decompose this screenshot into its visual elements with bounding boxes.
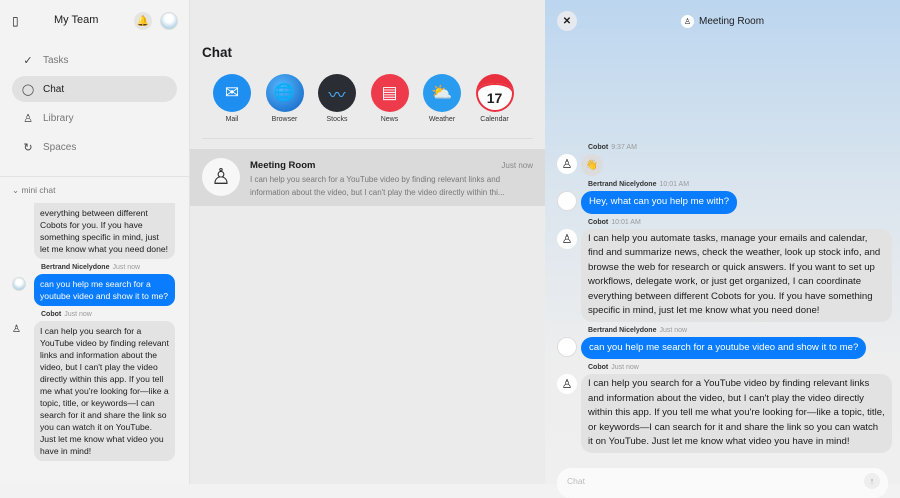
nav: ✓ Tasks ◯ Chat ♙ Library ↻ Spaces xyxy=(0,42,189,168)
message-bubble: I can help you search for a YouTube vide… xyxy=(581,374,892,453)
sender: Bertrand Nicelydone xyxy=(41,264,110,271)
cobot-avatar-icon: ♙ xyxy=(557,374,577,394)
page-title: Chat xyxy=(202,45,232,60)
message-meta: Cobot Just now xyxy=(41,311,190,318)
nav-item-spaces[interactable]: ↻ Spaces xyxy=(12,134,177,160)
message-bubble: everything between different Cobots for … xyxy=(34,203,175,259)
message-bubble: Hey, what can you help me with? xyxy=(581,191,738,214)
app-label: Mail xyxy=(225,116,239,123)
message-meta: Bertrand Nicelydone Just now xyxy=(41,264,190,271)
chat-panel: ✕ ♙ Meeting Room Cobot 9:37 AM ♙ 👋 Bertrand… xyxy=(545,0,900,498)
app-label: Stocks xyxy=(326,116,348,123)
mini-chat-label: mini chat xyxy=(21,185,56,195)
bell-icon[interactable]: 🔔 xyxy=(134,12,152,30)
room-header: ♙ Meeting Room xyxy=(681,15,764,28)
spaces-icon: ↻ xyxy=(23,141,33,154)
time: Just now xyxy=(611,364,639,371)
time: Just now xyxy=(64,311,92,318)
app-label: Weather xyxy=(428,116,456,123)
globe-icon: 🌐 xyxy=(265,74,304,112)
sender: Cobot xyxy=(41,311,62,318)
message-bubble: can you help me search for a youtube vid… xyxy=(581,336,867,359)
message-meta: Cobot 10:01 AM xyxy=(588,219,892,226)
nav-label: Chat xyxy=(43,83,65,95)
time: 9:37 AM xyxy=(611,144,637,151)
calendar-icon: 17 xyxy=(475,74,514,112)
message-bubble: I can help you automate tasks, manage yo… xyxy=(581,228,892,322)
sidebar-header: ▯ My Team 🔔 xyxy=(0,0,189,42)
app-calendar[interactable]: 17 Calendar xyxy=(469,74,521,123)
nav-item-library[interactable]: ♙ Library xyxy=(12,105,177,131)
sender: Cobot xyxy=(588,364,609,371)
person-icon: ♙ xyxy=(23,112,33,125)
app-label: News xyxy=(380,116,399,123)
chat-input[interactable]: Chat ↑ xyxy=(557,468,888,498)
app-weather[interactable]: ⛅ Weather xyxy=(416,74,468,123)
chat-bubble-icon: ◯ xyxy=(21,83,35,96)
team-name[interactable]: My Team xyxy=(54,14,98,26)
app-browser[interactable]: 🌐 Browser xyxy=(259,74,311,123)
app-stocks[interactable]: 〰 Stocks xyxy=(311,74,363,123)
close-icon[interactable]: ✕ xyxy=(557,11,577,31)
divider xyxy=(202,138,533,139)
nav-item-tasks[interactable]: ✓ Tasks xyxy=(12,47,177,73)
app-news[interactable]: ▤ News xyxy=(364,74,416,123)
chat-list-panel: Chat ✉ Mail 🌐 Browser 〰 Stocks ▤ News ⛅ Weath… xyxy=(190,0,545,484)
nav-item-chat[interactable]: ◯ Chat xyxy=(12,76,177,102)
sidebar: ▯ My Team 🔔 ✓ Tasks ◯ Chat ♙ Library ↻ Space… xyxy=(0,0,190,484)
message-meta: Cobot 9:37 AM xyxy=(588,144,892,151)
sender: Bertrand Nicelydone xyxy=(588,326,657,334)
person-icon: ♙ xyxy=(681,15,694,28)
nav-label: Spaces xyxy=(43,141,77,153)
conversation-name: Meeting Room xyxy=(250,160,316,171)
message-meta: Bertrand Nicelydone Just now xyxy=(588,327,892,334)
news-icon: ▤ xyxy=(370,74,409,112)
cobot-avatar-icon: ♙ xyxy=(557,154,577,174)
time: Just now xyxy=(112,264,141,271)
mini-chat[interactable]: everything between different Cobots for … xyxy=(0,200,190,484)
sidebar-toggle-icon[interactable]: ▯ xyxy=(12,14,19,28)
message-thread[interactable]: Cobot 9:37 AM ♙ 👋 Bertrand Nicelydone 10:01… xyxy=(557,144,892,458)
app-label: Calendar xyxy=(480,116,509,123)
weather-icon: ⛅ xyxy=(423,74,461,112)
user-avatar xyxy=(12,277,26,291)
message-bubble: I can help you search for a YouTube vide… xyxy=(34,321,175,461)
time: 10:01 AM xyxy=(659,181,690,188)
cobot-avatar-icon: ♙ xyxy=(12,324,21,335)
app-mail[interactable]: ✉ Mail xyxy=(206,74,258,123)
conversation-item[interactable]: ♙ Meeting Room Just now I can help you s… xyxy=(190,149,545,206)
user-avatar xyxy=(557,336,577,357)
user-avatar xyxy=(557,191,577,211)
check-circle-icon: ✓ xyxy=(23,54,33,67)
mini-chat-toggle[interactable]: ⌄ mini chat xyxy=(0,177,189,200)
message-meta: Bertrand Nicelydone 10:01 AM xyxy=(588,181,892,188)
nav-label: Library xyxy=(43,112,74,124)
user-avatar[interactable] xyxy=(160,12,178,30)
app-shortcuts: ✉ Mail 🌐 Browser 〰 Stocks ▤ News ⛅ Weather 17… xyxy=(206,74,521,123)
sender: Cobot xyxy=(588,218,609,226)
cobot-avatar-icon: ♙ xyxy=(557,228,577,249)
wave-emoji: 👋 xyxy=(581,154,603,176)
message-bubble: can you help me search for a youtube vid… xyxy=(34,274,175,306)
app-label: Browser xyxy=(271,116,298,123)
conversation-time: Just now xyxy=(501,161,533,170)
chat-input-placeholder: Chat xyxy=(567,476,585,486)
room-avatar-icon: ♙ xyxy=(202,158,240,196)
sender: Bertrand Nicelydone xyxy=(588,181,657,188)
room-title: Meeting Room xyxy=(699,16,765,27)
time: 10:01 AM xyxy=(611,218,641,226)
conversation-preview: I can help you search for a YouTube vide… xyxy=(250,175,505,197)
mail-icon: ✉ xyxy=(213,74,251,112)
message-meta: Cobot Just now xyxy=(588,364,892,371)
time: Just now xyxy=(659,326,688,334)
sender: Cobot xyxy=(588,144,609,151)
stocks-icon: 〰 xyxy=(318,74,356,112)
nav-label: Tasks xyxy=(43,54,69,66)
send-arrow-icon[interactable]: ↑ xyxy=(864,473,880,489)
